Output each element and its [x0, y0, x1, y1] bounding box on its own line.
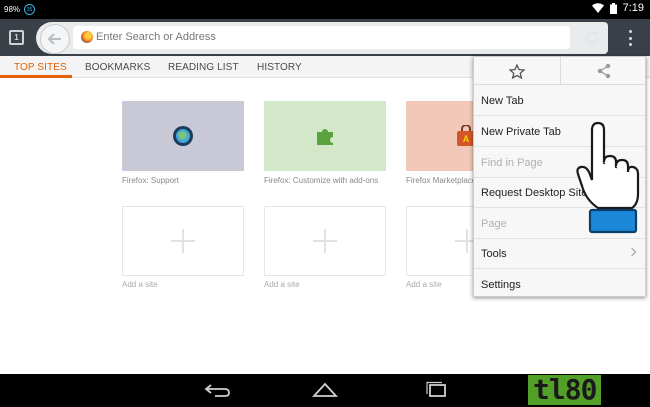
tab-top-sites[interactable]: TOP SITES [14, 62, 67, 73]
svg-text:A: A [463, 134, 470, 144]
menu-item-label: Page [481, 217, 507, 230]
back-arrow-icon [48, 33, 61, 45]
tile-label: Add a site [122, 280, 158, 289]
menu-item-new-tab[interactable]: New Tab [474, 86, 645, 116]
battery-percent: 98% [4, 5, 21, 14]
share-icon [597, 63, 611, 79]
top-site-tile[interactable] [122, 101, 244, 171]
overflow-menu-button[interactable] [626, 30, 634, 46]
nav-recents-icon [426, 381, 446, 397]
tile-label: Firefox Marketplace [406, 176, 477, 185]
top-site-tile[interactable] [264, 101, 386, 171]
wifi-icon [591, 3, 604, 13]
tile-label: Add a site [264, 280, 300, 289]
plus-icon [313, 229, 337, 253]
watermark-text: tl80 [528, 375, 602, 405]
puzzle-addon-icon [317, 129, 333, 145]
nav-recents-button[interactable] [422, 381, 452, 399]
tabs-counter-button[interactable]: 1 [9, 30, 24, 45]
battery-icon [609, 2, 617, 14]
nav-home-button[interactable] [310, 381, 340, 399]
firefox-support-icon [173, 126, 193, 146]
star-icon [509, 63, 525, 79]
plus-icon [171, 229, 195, 253]
tile-label: Firefox: Customize with add-ons [264, 176, 379, 185]
menu-item-tools[interactable]: Tools [474, 239, 645, 269]
back-button[interactable] [40, 24, 70, 54]
clock: 7:19 [622, 2, 644, 14]
active-tab-indicator [0, 75, 72, 78]
nav-home-icon [311, 382, 339, 397]
tile-label: Firefox: Support [122, 176, 179, 185]
share-button[interactable] [561, 57, 647, 85]
menu-action-row [474, 57, 645, 85]
watermark-logo: tl80 [528, 375, 646, 405]
browser-toolbar: 1 Enter Search or Address [0, 19, 650, 56]
menu-item-settings[interactable]: Settings [474, 270, 645, 300]
url-bar[interactable]: Enter Search or Address [73, 26, 570, 49]
chevron-right-icon [627, 247, 637, 257]
status-bar: 98% 35 7:19 [0, 0, 650, 19]
menu-item-label: Tools [481, 247, 507, 260]
tab-history[interactable]: HISTORY [257, 62, 302, 73]
tab-bookmarks[interactable]: BOOKMARKS [85, 62, 150, 73]
tab-reading-list[interactable]: READING LIST [168, 62, 239, 73]
add-site-tile[interactable] [122, 206, 244, 276]
notification-icon: 35 [24, 4, 36, 15]
bookmark-button[interactable] [474, 57, 561, 85]
nav-back-button[interactable] [203, 381, 233, 399]
tile-label: Add a site [406, 280, 442, 289]
nav-back-icon [204, 384, 230, 397]
reload-button[interactable] [582, 28, 602, 48]
firefox-icon [81, 31, 93, 43]
reload-icon [585, 31, 599, 45]
add-site-tile[interactable] [264, 206, 386, 276]
url-placeholder: Enter Search or Address [96, 31, 216, 43]
pointing-hand-icon [576, 121, 640, 234]
